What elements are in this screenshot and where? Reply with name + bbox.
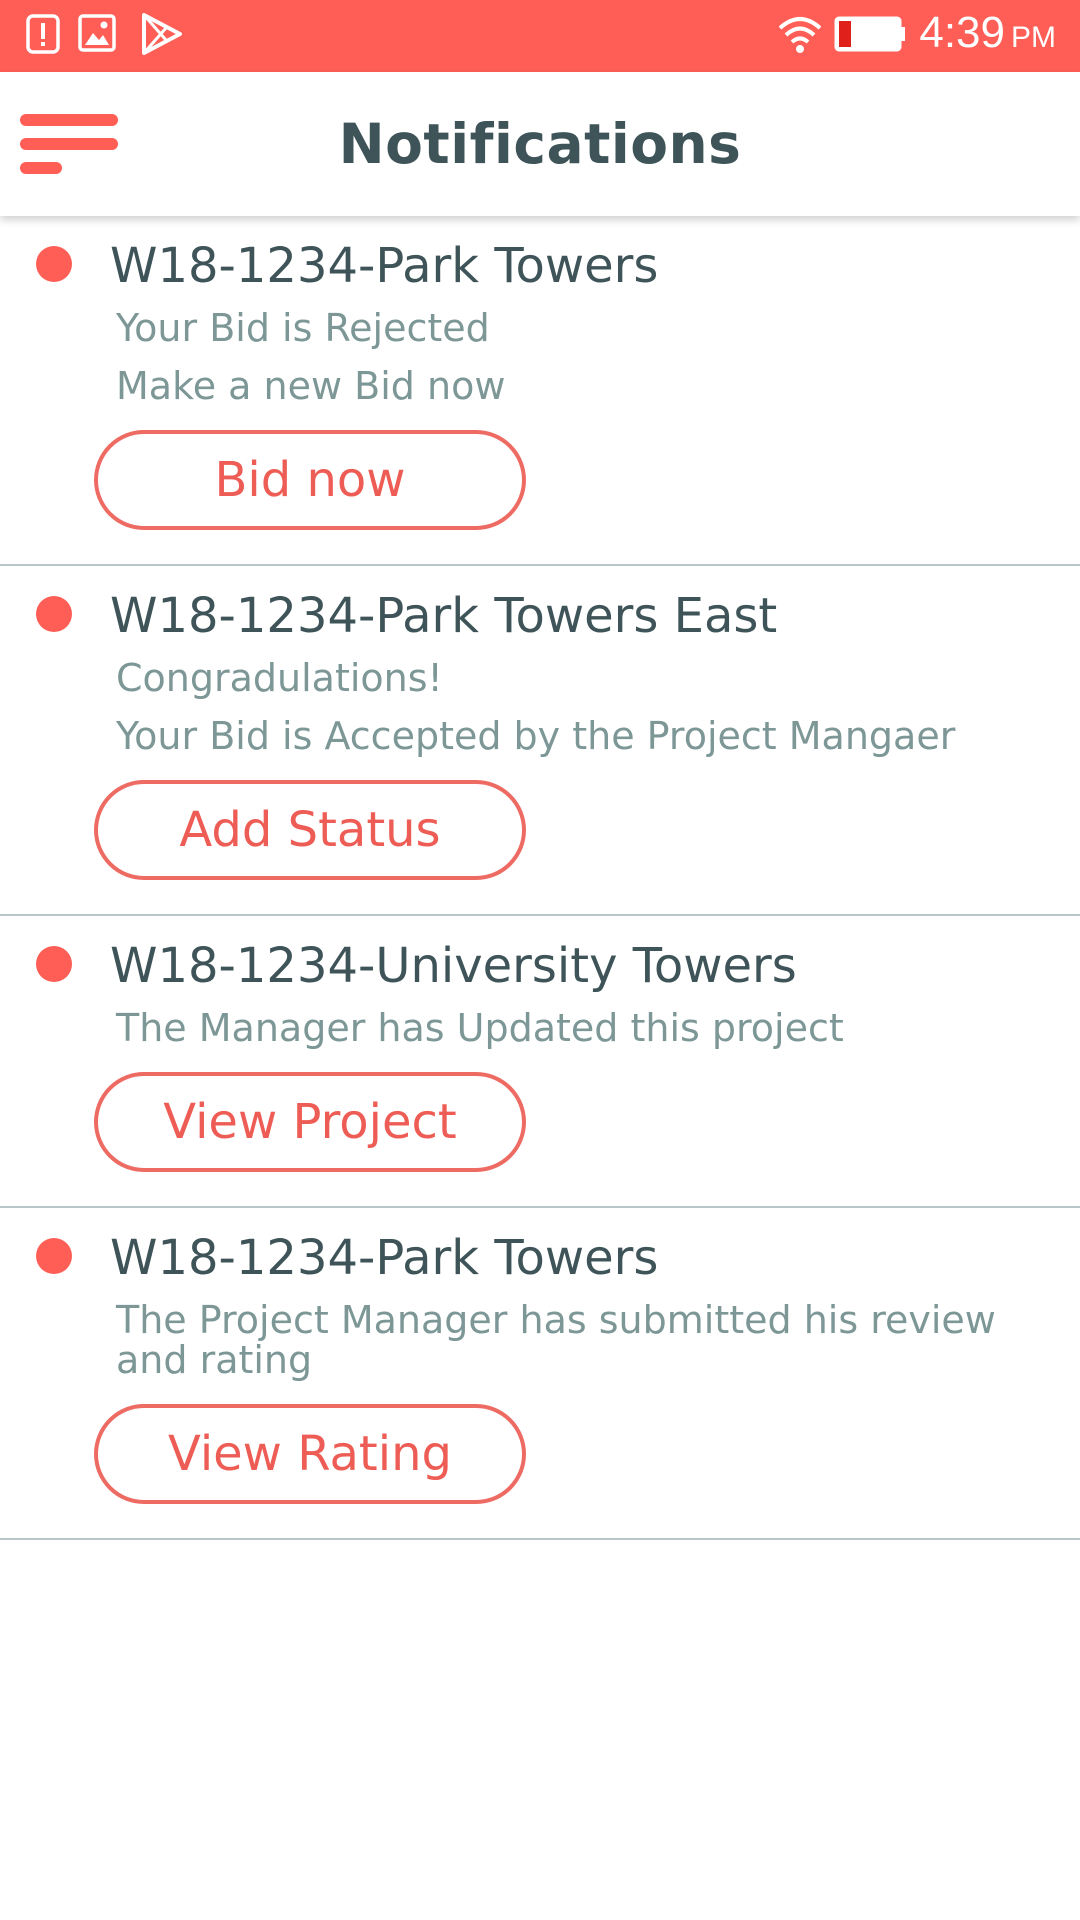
clock-time: 4:39 bbox=[919, 8, 1005, 57]
battery-low-icon bbox=[834, 16, 906, 56]
alert-notification-icon bbox=[26, 14, 60, 58]
notification-item[interactable]: W18-1234-Park Towers The Project Manager… bbox=[0, 1208, 1080, 1540]
wifi-icon bbox=[776, 14, 824, 58]
notification-list: W18-1234-Park Towers Your Bid is Rejecte… bbox=[0, 216, 1080, 1540]
notification-item[interactable]: W18-1234-Park Towers Your Bid is Rejecte… bbox=[0, 216, 1080, 566]
image-notification-icon bbox=[78, 14, 116, 56]
view-rating-button[interactable]: View Rating bbox=[94, 1404, 526, 1504]
notification-title: W18-1234-Park Towers East bbox=[110, 588, 778, 644]
add-status-button[interactable]: Add Status bbox=[94, 780, 526, 880]
status-bar: 4:39 PM bbox=[0, 0, 1080, 72]
notification-item[interactable]: W18-1234-University Towers The Manager h… bbox=[0, 916, 1080, 1208]
notification-title: W18-1234-Park Towers bbox=[110, 1230, 659, 1286]
notification-title: W18-1234-Park Towers bbox=[110, 238, 659, 294]
unread-dot-icon bbox=[36, 596, 72, 632]
unread-dot-icon bbox=[36, 1238, 72, 1274]
notification-message: Your Bid is Accepted by the Project Mang… bbox=[116, 714, 956, 758]
app-bar: Notifications bbox=[0, 72, 1080, 216]
play-store-icon bbox=[140, 12, 184, 60]
page-title: Notifications bbox=[338, 112, 742, 176]
notification-title: W18-1234-University Towers bbox=[110, 938, 797, 994]
view-project-button[interactable]: View Project bbox=[94, 1072, 526, 1172]
notification-message: Your Bid is Rejected bbox=[116, 306, 490, 350]
notification-message: Make a new Bid now bbox=[116, 364, 506, 408]
notification-message: The Manager has Updated this project bbox=[116, 1006, 844, 1050]
clock-ampm: PM bbox=[1011, 21, 1056, 54]
bid-now-button[interactable]: Bid now bbox=[94, 430, 526, 530]
notification-item[interactable]: W18-1234-Park Towers East Congradulation… bbox=[0, 566, 1080, 916]
notification-message: Congradulations! bbox=[116, 656, 443, 700]
unread-dot-icon bbox=[36, 246, 72, 282]
notification-message: The Project Manager has submitted his re… bbox=[116, 1298, 996, 1382]
unread-dot-icon bbox=[36, 946, 72, 982]
clock: 4:39 PM bbox=[919, 8, 1056, 58]
